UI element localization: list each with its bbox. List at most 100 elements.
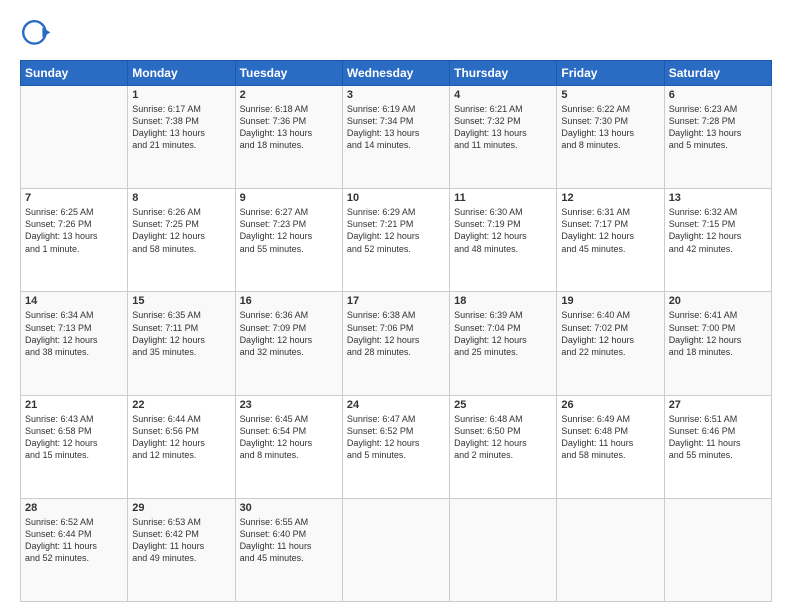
calendar-cell: 22Sunrise: 6:44 AM Sunset: 6:56 PM Dayli… <box>128 395 235 498</box>
day-info: Sunrise: 6:22 AM Sunset: 7:30 PM Dayligh… <box>561 103 659 152</box>
calendar-cell: 14 Sunrise: 6:34 AM Sunset: 7:13 PM Dayli… <box>21 292 128 395</box>
day-number: 25 <box>454 399 552 411</box>
day-number: 5 <box>561 89 659 101</box>
day-number: 20 <box>669 295 767 307</box>
calendar-header-sunday: Sunday <box>21 61 128 86</box>
calendar-cell: 6 Sunrise: 6:23 AM Sunset: 7:28 PM Daylig… <box>664 86 771 189</box>
calendar-cell: 7 Sunrise: 6:25 AM Sunset: 7:26 PM Daylig… <box>21 189 128 292</box>
day-number: 28 <box>25 502 123 514</box>
calendar-cell: 23 Sunrise: 6:45 AM Sunset: 6:54 PM Dayli… <box>235 395 342 498</box>
calendar-cell: 28 Sunrise: 6:52 AM Sunset: 6:44 PM Dayli… <box>21 498 128 601</box>
day-info: Sunrise: 6:55 AM Sunset: 6:40 PM Dayligh… <box>240 516 338 565</box>
calendar-cell: 19Sunrise: 6:40 AM Sunset: 7:02 PM Dayli… <box>557 292 664 395</box>
day-number: 6 <box>669 89 767 101</box>
calendar-header-saturday: Saturday <box>664 61 771 86</box>
day-number: 30 <box>240 502 338 514</box>
day-number: 17 <box>347 295 445 307</box>
calendar-cell: 20 Sunrise: 6:41 AM Sunset: 7:00 PM Dayli… <box>664 292 771 395</box>
calendar-cell: 18 Sunrise: 6:39 AM Sunset: 7:04 PM Dayli… <box>450 292 557 395</box>
day-info: Sunrise: 6:40 AM Sunset: 7:02 PM Dayligh… <box>561 309 659 358</box>
calendar-cell: 11 Sunrise: 6:30 AM Sunset: 7:19 PM Dayli… <box>450 189 557 292</box>
day-info: Sunrise: 6:47 AM Sunset: 6:52 PM Dayligh… <box>347 413 445 462</box>
calendar-header-tuesday: Tuesday <box>235 61 342 86</box>
calendar-cell <box>664 498 771 601</box>
day-info: Sunrise: 6:27 AM Sunset: 7:23 PM Dayligh… <box>240 206 338 255</box>
calendar-cell: 25 Sunrise: 6:48 AM Sunset: 6:50 PM Dayli… <box>450 395 557 498</box>
day-number: 26 <box>561 399 659 411</box>
header <box>20 18 772 50</box>
day-number: 22 <box>132 399 230 411</box>
day-info: Sunrise: 6:34 AM Sunset: 7:13 PM Dayligh… <box>25 309 123 358</box>
logo-icon <box>20 18 52 50</box>
day-number: 8 <box>132 192 230 204</box>
calendar-week-3: 14 Sunrise: 6:34 AM Sunset: 7:13 PM Dayli… <box>21 292 772 395</box>
day-info: Sunrise: 6:30 AM Sunset: 7:19 PM Dayligh… <box>454 206 552 255</box>
logo <box>20 18 56 50</box>
day-number: 23 <box>240 399 338 411</box>
day-info: Sunrise: 6:19 AM Sunset: 7:34 PM Dayligh… <box>347 103 445 152</box>
day-info: Sunrise: 6:51 AM Sunset: 6:46 PM Dayligh… <box>669 413 767 462</box>
day-number: 2 <box>240 89 338 101</box>
day-info: Sunrise: 6:18 AM Sunset: 7:36 PM Dayligh… <box>240 103 338 152</box>
calendar-cell: 27 Sunrise: 6:51 AM Sunset: 6:46 PM Dayli… <box>664 395 771 498</box>
calendar-cell: 3 Sunrise: 6:19 AM Sunset: 7:34 PM Daylig… <box>342 86 449 189</box>
day-info: Sunrise: 6:17 AM Sunset: 7:38 PM Dayligh… <box>132 103 230 152</box>
day-number: 27 <box>669 399 767 411</box>
day-number: 18 <box>454 295 552 307</box>
day-number: 13 <box>669 192 767 204</box>
day-info: Sunrise: 6:38 AM Sunset: 7:06 PM Dayligh… <box>347 309 445 358</box>
calendar-week-2: 7 Sunrise: 6:25 AM Sunset: 7:26 PM Daylig… <box>21 189 772 292</box>
calendar-cell: 15 Sunrise: 6:35 AM Sunset: 7:11 PM Dayli… <box>128 292 235 395</box>
day-number: 4 <box>454 89 552 101</box>
calendar-cell: 13 Sunrise: 6:32 AM Sunset: 7:15 PM Dayli… <box>664 189 771 292</box>
calendar-header-thursday: Thursday <box>450 61 557 86</box>
calendar-cell: 5 Sunrise: 6:22 AM Sunset: 7:30 PM Daylig… <box>557 86 664 189</box>
day-number: 16 <box>240 295 338 307</box>
calendar-cell: 17 Sunrise: 6:38 AM Sunset: 7:06 PM Dayli… <box>342 292 449 395</box>
day-info: Sunrise: 6:52 AM Sunset: 6:44 PM Dayligh… <box>25 516 123 565</box>
day-info: Sunrise: 6:41 AM Sunset: 7:00 PM Dayligh… <box>669 309 767 358</box>
calendar-cell <box>342 498 449 601</box>
day-info: Sunrise: 6:35 AM Sunset: 7:11 PM Dayligh… <box>132 309 230 358</box>
day-info: Sunrise: 6:31 AM Sunset: 7:17 PM Dayligh… <box>561 206 659 255</box>
day-number: 21 <box>25 399 123 411</box>
calendar-cell: 24Sunrise: 6:47 AM Sunset: 6:52 PM Dayli… <box>342 395 449 498</box>
day-number: 1 <box>132 89 230 101</box>
day-number: 14 <box>25 295 123 307</box>
calendar-table: SundayMondayTuesdayWednesdayThursdayFrid… <box>20 60 772 602</box>
calendar-cell <box>557 498 664 601</box>
calendar-cell: 29 Sunrise: 6:53 AM Sunset: 6:42 PM Dayli… <box>128 498 235 601</box>
day-info: Sunrise: 6:45 AM Sunset: 6:54 PM Dayligh… <box>240 413 338 462</box>
calendar-cell: 21 Sunrise: 6:43 AM Sunset: 6:58 PM Dayli… <box>21 395 128 498</box>
day-info: Sunrise: 6:29 AM Sunset: 7:21 PM Dayligh… <box>347 206 445 255</box>
day-info: Sunrise: 6:23 AM Sunset: 7:28 PM Dayligh… <box>669 103 767 152</box>
day-number: 12 <box>561 192 659 204</box>
day-info: Sunrise: 6:32 AM Sunset: 7:15 PM Dayligh… <box>669 206 767 255</box>
day-info: Sunrise: 6:53 AM Sunset: 6:42 PM Dayligh… <box>132 516 230 565</box>
day-info: Sunrise: 6:21 AM Sunset: 7:32 PM Dayligh… <box>454 103 552 152</box>
day-info: Sunrise: 6:49 AM Sunset: 6:48 PM Dayligh… <box>561 413 659 462</box>
day-number: 3 <box>347 89 445 101</box>
calendar-cell: 1 Sunrise: 6:17 AM Sunset: 7:38 PM Daylig… <box>128 86 235 189</box>
calendar-cell <box>450 498 557 601</box>
day-info: Sunrise: 6:26 AM Sunset: 7:25 PM Dayligh… <box>132 206 230 255</box>
page: SundayMondayTuesdayWednesdayThursdayFrid… <box>0 0 792 612</box>
calendar-cell: 16 Sunrise: 6:36 AM Sunset: 7:09 PM Dayli… <box>235 292 342 395</box>
day-number: 29 <box>132 502 230 514</box>
calendar-week-1: 1 Sunrise: 6:17 AM Sunset: 7:38 PM Daylig… <box>21 86 772 189</box>
calendar-cell: 2 Sunrise: 6:18 AM Sunset: 7:36 PM Daylig… <box>235 86 342 189</box>
day-number: 9 <box>240 192 338 204</box>
day-number: 7 <box>25 192 123 204</box>
day-info: Sunrise: 6:48 AM Sunset: 6:50 PM Dayligh… <box>454 413 552 462</box>
day-info: Sunrise: 6:39 AM Sunset: 7:04 PM Dayligh… <box>454 309 552 358</box>
calendar-cell: 12 Sunrise: 6:31 AM Sunset: 7:17 PM Dayli… <box>557 189 664 292</box>
day-info: Sunrise: 6:43 AM Sunset: 6:58 PM Dayligh… <box>25 413 123 462</box>
day-info: Sunrise: 6:25 AM Sunset: 7:26 PM Dayligh… <box>25 206 123 255</box>
calendar-cell: 9 Sunrise: 6:27 AM Sunset: 7:23 PM Daylig… <box>235 189 342 292</box>
calendar-week-4: 21 Sunrise: 6:43 AM Sunset: 6:58 PM Dayli… <box>21 395 772 498</box>
calendar-cell: 26 Sunrise: 6:49 AM Sunset: 6:48 PM Dayli… <box>557 395 664 498</box>
day-number: 15 <box>132 295 230 307</box>
day-info: Sunrise: 6:36 AM Sunset: 7:09 PM Dayligh… <box>240 309 338 358</box>
day-number: 11 <box>454 192 552 204</box>
calendar-header-friday: Friday <box>557 61 664 86</box>
